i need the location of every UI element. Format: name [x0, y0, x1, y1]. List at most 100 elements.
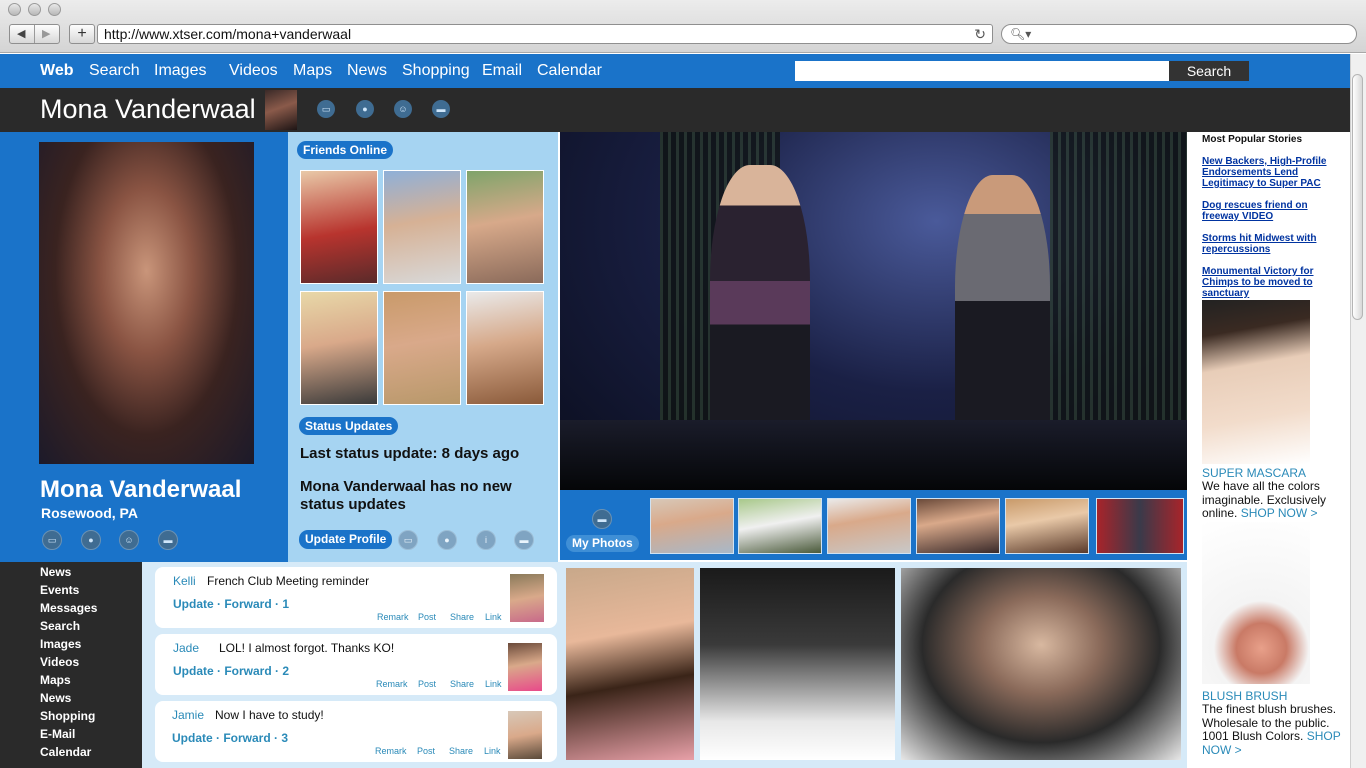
share-link[interactable]: Share [450, 679, 474, 689]
featured-photo[interactable] [560, 132, 1187, 490]
share-link[interactable]: Share [449, 746, 473, 756]
side-nav-videos[interactable]: Videos [40, 655, 79, 669]
remark-link[interactable]: Remark [375, 746, 407, 756]
users-icon[interactable]: ☺ [119, 530, 139, 550]
nav-news[interactable]: News [347, 62, 387, 80]
side-nav-shopping[interactable]: Shopping [40, 709, 95, 723]
site-search-input[interactable] [795, 61, 1169, 81]
feed-thumbnail[interactable] [508, 711, 542, 759]
folder-icon[interactable]: ▬ [514, 530, 534, 550]
feed-actions[interactable]: Update · Forward · 3 [172, 731, 288, 745]
nav-shopping[interactable]: Shopping [402, 62, 470, 80]
friend-thumbnail[interactable] [300, 291, 378, 405]
side-nav-maps[interactable]: Maps [40, 673, 71, 687]
mascara-ad-image[interactable] [1202, 300, 1310, 464]
record-icon[interactable]: ● [437, 530, 457, 550]
friends-online-heading[interactable]: Friends Online [297, 141, 394, 159]
new-tab-button[interactable]: + [69, 24, 95, 44]
side-nav-search[interactable]: Search [40, 619, 80, 633]
blush-ad-image[interactable] [1202, 522, 1310, 684]
feed-actions[interactable]: Update · Forward · 1 [173, 597, 289, 611]
link-link[interactable]: Link [484, 746, 501, 756]
photo-thumbnail[interactable] [738, 498, 822, 554]
record-icon[interactable]: ● [81, 530, 101, 550]
share-link[interactable]: Share [450, 612, 474, 622]
story-link[interactable]: Monumental Victory for Chimps to be move… [1202, 266, 1332, 299]
friend-thumbnail[interactable] [300, 170, 378, 284]
users-icon[interactable]: ☺ [394, 100, 412, 118]
site-search-button[interactable]: Search [1169, 61, 1249, 81]
feed-actions[interactable]: Update · Forward · 2 [173, 664, 289, 678]
post-link[interactable]: Post [418, 612, 436, 622]
photo-thumbnail[interactable] [650, 498, 734, 554]
photo-thumbnail[interactable] [1005, 498, 1089, 554]
friend-thumbnail[interactable] [383, 291, 461, 405]
browser-search-field[interactable]: 🔍︎▾ [1001, 24, 1357, 44]
my-photos-button[interactable]: My Photos [566, 535, 639, 552]
record-icon[interactable]: ● [356, 100, 374, 118]
side-nav-images[interactable]: Images [40, 637, 81, 651]
profile-header-name: Mona Vanderwaal [40, 94, 256, 124]
update-profile-button[interactable]: Update Profile [299, 530, 393, 549]
side-nav-news[interactable]: News [40, 565, 71, 579]
story-link[interactable]: Dog rescues friend on freeway VIDEO [1202, 200, 1332, 222]
photo-icon[interactable]: ▬ [592, 509, 612, 529]
link-link[interactable]: Link [485, 679, 502, 689]
chat-icon[interactable]: ▭ [398, 530, 418, 550]
side-nav-messages[interactable]: Messages [40, 601, 97, 615]
feed-author[interactable]: Jamie [172, 708, 204, 722]
folder-icon[interactable]: ▬ [432, 100, 450, 118]
url-text: http://www.xtser.com/mona+vanderwaal [104, 26, 352, 42]
link-link[interactable]: Link [485, 612, 502, 622]
window-zoom-button[interactable] [48, 3, 61, 16]
forward-button[interactable]: ▶ [42, 27, 50, 40]
photo-thumbnail[interactable] [1096, 498, 1184, 554]
nav-web[interactable]: Web [40, 62, 73, 80]
story-link[interactable]: New Backers, High-Profile Endorsements L… [1202, 156, 1332, 189]
chat-icon[interactable]: ▭ [42, 530, 62, 550]
address-bar[interactable]: http://www.xtser.com/mona+vanderwaal ↻ [97, 24, 993, 44]
gallery-photo[interactable] [700, 568, 895, 760]
feed-thumbnail[interactable] [508, 643, 542, 691]
photo-thumbnail[interactable] [827, 498, 911, 554]
gallery-photo[interactable] [901, 568, 1181, 760]
back-button[interactable]: ◀ [17, 27, 25, 40]
side-nav-events[interactable]: Events [40, 583, 79, 597]
remark-link[interactable]: Remark [376, 679, 408, 689]
feed-author[interactable]: Jade [173, 641, 199, 655]
gallery-photo[interactable] [566, 568, 694, 760]
nav-calendar[interactable]: Calendar [537, 62, 602, 80]
shop-now-link[interactable]: SHOP NOW > [1241, 506, 1318, 520]
friend-thumbnail[interactable] [383, 170, 461, 284]
nav-videos[interactable]: Videos [229, 62, 278, 80]
profile-photo[interactable] [39, 142, 254, 464]
info-icon[interactable]: i [476, 530, 496, 550]
side-nav-calendar[interactable]: Calendar [40, 745, 91, 759]
post-link[interactable]: Post [417, 746, 435, 756]
window-close-button[interactable] [8, 3, 21, 16]
nav-images[interactable]: Images [154, 62, 206, 80]
side-nav-news-2[interactable]: News [40, 691, 71, 705]
mascara-ad-title[interactable]: SUPER MASCARA [1202, 466, 1306, 480]
photo-thumbnail[interactable] [916, 498, 1000, 554]
friend-thumbnail[interactable] [466, 170, 544, 284]
profile-avatar[interactable] [265, 90, 297, 130]
nav-maps[interactable]: Maps [293, 62, 332, 80]
friend-thumbnail[interactable] [466, 291, 544, 405]
feed-thumbnail[interactable] [510, 574, 544, 622]
scrollbar-thumb[interactable] [1352, 74, 1363, 320]
feed-author[interactable]: Kelli [173, 574, 196, 588]
mascara-ad-text: We have all the colors imaginable. Exclu… [1202, 479, 1327, 520]
folder-icon[interactable]: ▬ [158, 530, 178, 550]
side-nav-email[interactable]: E-Mail [40, 727, 75, 741]
chat-icon[interactable]: ▭ [317, 100, 335, 118]
status-updates-heading[interactable]: Status Updates [299, 417, 399, 435]
post-link[interactable]: Post [418, 679, 436, 689]
remark-link[interactable]: Remark [377, 612, 409, 622]
window-minimize-button[interactable] [28, 3, 41, 16]
story-link[interactable]: Storms hit Midwest with repercussions [1202, 233, 1332, 255]
blush-ad-title[interactable]: BLUSH BRUSH [1202, 689, 1287, 703]
reload-icon[interactable]: ↻ [974, 25, 986, 44]
nav-email[interactable]: Email [482, 62, 522, 80]
nav-search[interactable]: Search [89, 62, 140, 80]
